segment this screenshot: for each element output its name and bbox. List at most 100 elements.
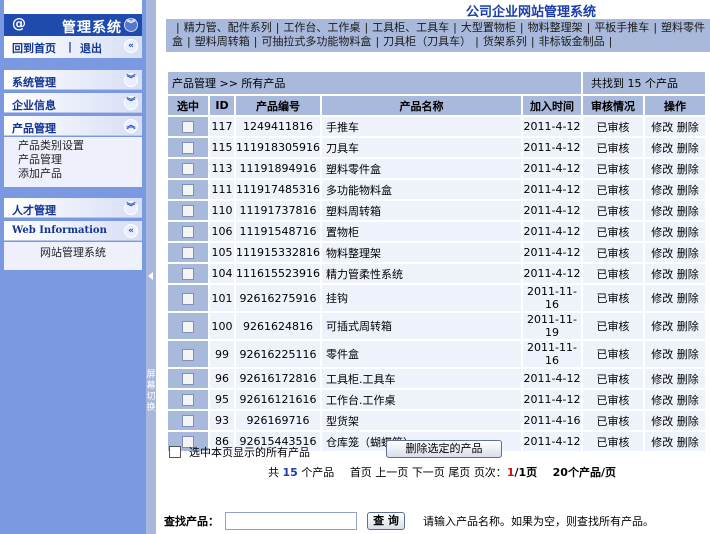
delete-link[interactable]: 删除: [677, 415, 699, 428]
double-chevron-left-icon[interactable]: «: [124, 224, 138, 238]
row-checkbox[interactable]: [182, 184, 194, 196]
row-checkbox[interactable]: [182, 320, 194, 333]
row-code: 111615523916: [236, 264, 320, 283]
row-id: 99: [210, 341, 234, 367]
pager-next[interactable]: 下一页: [412, 466, 445, 479]
nav-category-link[interactable]: 工作台、工作桌: [283, 21, 360, 34]
logout-link[interactable]: 退出: [80, 40, 102, 56]
nav-category-link[interactable]: 工具柜、工具车: [372, 21, 449, 34]
delete-link[interactable]: 删除: [677, 348, 699, 361]
edit-link[interactable]: 修改: [651, 292, 673, 305]
row-checkbox[interactable]: [182, 394, 194, 406]
sidebar-item-category-settings[interactable]: 产品类别设置: [4, 139, 142, 153]
search-button[interactable]: 查 询: [367, 512, 405, 530]
edit-link[interactable]: 修改: [651, 121, 673, 134]
edit-link[interactable]: 修改: [651, 184, 673, 197]
pager-prev[interactable]: 上一页: [375, 466, 408, 479]
edit-link[interactable]: 修改: [651, 163, 673, 176]
screen-toggle-splitter[interactable]: 屏幕切换: [146, 0, 156, 534]
row-checkbox[interactable]: [182, 268, 194, 280]
nav-category-link[interactable]: 物料整理架: [528, 21, 583, 34]
delete-link[interactable]: 删除: [677, 205, 699, 218]
search-input[interactable]: [225, 512, 357, 530]
edit-link[interactable]: 修改: [651, 226, 673, 239]
edit-link[interactable]: 修改: [651, 436, 673, 449]
row-checkbox[interactable]: [182, 247, 194, 259]
pager-first[interactable]: 首页: [350, 466, 372, 479]
edit-link[interactable]: 修改: [651, 348, 673, 361]
nav-category-link[interactable]: 可抽拉式多功能物料盒: [261, 35, 371, 48]
row-actions: 修改 删除: [645, 369, 705, 388]
home-link[interactable]: 回到首页: [12, 40, 56, 56]
delete-link[interactable]: 删除: [677, 226, 699, 239]
delete-link[interactable]: 删除: [677, 436, 699, 449]
edit-link[interactable]: 修改: [651, 320, 673, 333]
sidebar-section-talent[interactable]: 人才管理 ︾: [4, 198, 142, 218]
edit-link[interactable]: 修改: [651, 268, 673, 281]
delete-link[interactable]: 删除: [677, 121, 699, 134]
row-name: 塑料零件盒: [321, 159, 521, 178]
delete-link[interactable]: 删除: [677, 142, 699, 155]
col-header-actions: 操作: [645, 96, 705, 115]
nav-category-link[interactable]: 精力管、配件系列: [184, 21, 272, 34]
row-date: 2011-4-12: [523, 264, 581, 283]
edit-link[interactable]: 修改: [651, 373, 673, 386]
sidebar-item-product-management[interactable]: 产品管理: [4, 153, 142, 167]
select-all-checkbox[interactable]: [169, 446, 181, 458]
delete-link[interactable]: 删除: [677, 163, 699, 176]
col-header-select: 选中: [168, 96, 208, 115]
nav-category-link[interactable]: 货架系列: [483, 35, 527, 48]
row-select-cell: [168, 222, 208, 241]
triangle-left-icon[interactable]: [148, 272, 153, 280]
edit-link[interactable]: 修改: [651, 142, 673, 155]
pager-last[interactable]: 尾页: [448, 466, 470, 479]
edit-link[interactable]: 修改: [651, 415, 673, 428]
row-date: 2011-11-16: [523, 285, 581, 311]
delete-link[interactable]: 删除: [677, 247, 699, 260]
select-all[interactable]: 选中本页显示的所有产品: [169, 444, 310, 460]
row-code: 11191548716: [236, 222, 320, 241]
row-checkbox[interactable]: [182, 348, 194, 361]
edit-link[interactable]: 修改: [651, 247, 673, 260]
row-date: 2011-4-12: [523, 138, 581, 157]
edit-link[interactable]: 修改: [651, 394, 673, 407]
delete-link[interactable]: 删除: [677, 320, 699, 333]
row-checkbox[interactable]: [182, 373, 194, 385]
row-checkbox[interactable]: [182, 226, 194, 238]
delete-selected-button[interactable]: 删除选定的产品: [386, 440, 502, 458]
edit-link[interactable]: 修改: [651, 205, 673, 218]
row-checkbox[interactable]: [182, 142, 194, 154]
nav-category-link[interactable]: 塑料周转箱: [195, 35, 250, 48]
row-id: 104: [210, 264, 234, 283]
row-checkbox[interactable]: [182, 163, 194, 175]
double-chevron-down-icon[interactable]: ︾: [124, 18, 138, 32]
row-checkbox[interactable]: [182, 292, 194, 305]
row-checkbox[interactable]: [182, 205, 194, 217]
sidebar-item-site-management[interactable]: 网站管理系统: [4, 242, 142, 264]
pager-total-suffix: 个产品: [301, 466, 335, 479]
double-chevron-up-icon[interactable]: ︽: [124, 119, 138, 133]
delete-link[interactable]: 删除: [677, 268, 699, 281]
delete-link[interactable]: 删除: [677, 394, 699, 407]
double-chevron-left-icon[interactable]: «: [124, 39, 138, 53]
delete-link[interactable]: 删除: [677, 373, 699, 386]
nav-category-link[interactable]: 平板手推车: [594, 21, 649, 34]
sidebar-section-products[interactable]: 产品管理 ︽: [4, 116, 142, 136]
col-header-date: 加入时间: [523, 96, 581, 115]
row-checkbox[interactable]: [182, 121, 194, 133]
delete-link[interactable]: 删除: [677, 292, 699, 305]
nav-category-link[interactable]: 刀具柜（刀具车）: [383, 35, 471, 48]
row-checkbox[interactable]: [182, 415, 194, 427]
sidebar-section-web-info[interactable]: Web Information «: [4, 221, 142, 241]
nav-category-link[interactable]: 非标钣金制品: [539, 35, 605, 48]
select-all-label: 选中本页显示的所有产品: [189, 446, 310, 459]
sidebar-item-add-product[interactable]: 添加产品: [4, 167, 142, 181]
double-chevron-down-icon[interactable]: ︾: [124, 201, 138, 215]
delete-link[interactable]: 删除: [677, 184, 699, 197]
sidebar-section-system[interactable]: 系统管理 ︾: [4, 70, 142, 90]
double-chevron-down-icon[interactable]: ︾: [124, 73, 138, 87]
row-code: 92616121616: [236, 390, 320, 409]
nav-category-link[interactable]: 大型置物柜: [461, 21, 516, 34]
double-chevron-down-icon[interactable]: ︾: [124, 96, 138, 110]
sidebar-section-company[interactable]: 企业信息 ︾: [4, 93, 142, 113]
